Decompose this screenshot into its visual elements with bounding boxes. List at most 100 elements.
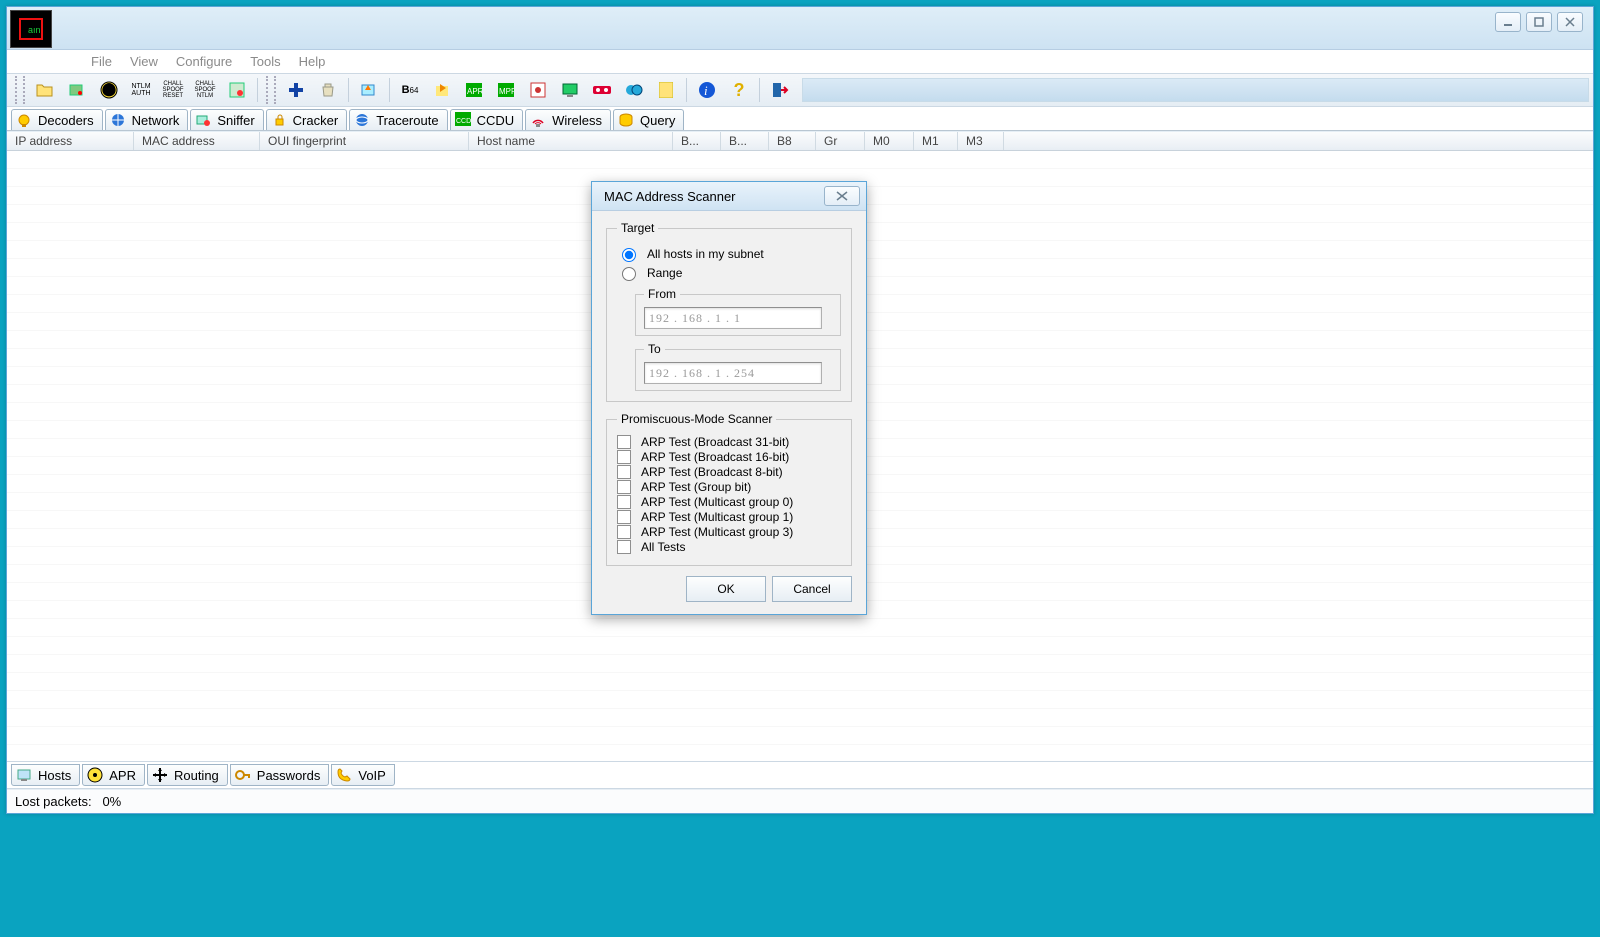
- tab-label: Traceroute: [376, 113, 438, 128]
- ntlm-auth-icon[interactable]: NTLMAUTH: [130, 79, 152, 101]
- to-frame: To 192 . 168 . 1 . 254: [635, 342, 841, 391]
- tab-ccdu[interactable]: CCDU CCDU: [450, 109, 524, 130]
- arp-test-checkbox[interactable]: ARP Test (Broadcast 31-bit): [617, 435, 841, 449]
- radio-all-hosts-input[interactable]: [622, 248, 636, 262]
- checkbox-icon[interactable]: [617, 480, 631, 494]
- monitor-icon[interactable]: [559, 79, 581, 101]
- note-icon[interactable]: [655, 79, 677, 101]
- arp-test-checkbox[interactable]: All Tests: [617, 540, 841, 554]
- column-header[interactable]: M0: [865, 132, 914, 150]
- svg-text:CCDU: CCDU: [456, 118, 471, 125]
- column-header[interactable]: MAC address: [134, 132, 260, 150]
- checkbox-icon[interactable]: [617, 435, 631, 449]
- checkbox-icon[interactable]: [617, 510, 631, 524]
- mac-token2-icon[interactable]: MPR: [495, 79, 517, 101]
- arp-reply-icon[interactable]: [431, 79, 453, 101]
- tab-decoders[interactable]: Decoders: [11, 109, 103, 130]
- radio-label: All hosts in my subnet: [647, 247, 764, 261]
- checkbox-label: All Tests: [641, 540, 685, 554]
- help-icon[interactable]: ?: [728, 79, 750, 101]
- list-header: IP addressMAC addressOUI fingerprintHost…: [7, 131, 1593, 151]
- checkbox-icon[interactable]: [617, 465, 631, 479]
- device-icon[interactable]: [66, 79, 88, 101]
- minimize-button[interactable]: [1495, 12, 1521, 32]
- ok-button[interactable]: OK: [686, 576, 766, 602]
- tab-traceroute[interactable]: Traceroute: [349, 109, 447, 130]
- column-header[interactable]: Host name: [469, 132, 673, 150]
- column-header[interactable]: B8: [769, 132, 816, 150]
- from-legend: From: [644, 287, 680, 301]
- cancel-button[interactable]: Cancel: [772, 576, 852, 602]
- toolbar: NTLMAUTH CHALLSPOOFRESET CHALLSPOOFNTLM …: [7, 73, 1593, 107]
- svg-text:APR: APR: [467, 87, 482, 96]
- btab-label: Routing: [174, 768, 219, 783]
- column-header[interactable]: Gr: [816, 132, 865, 150]
- checkbox-icon[interactable]: [617, 495, 631, 509]
- chall-spoof-reset-icon[interactable]: CHALLSPOOFRESET: [162, 79, 184, 101]
- tab-cracker[interactable]: Cracker: [266, 109, 348, 130]
- app-icon: aın: [10, 10, 52, 48]
- btab-routing[interactable]: Routing: [147, 764, 228, 786]
- arp-test-checkbox[interactable]: ARP Test (Multicast group 0): [617, 495, 841, 509]
- statusbar: Lost packets: 0%: [7, 789, 1593, 813]
- dialog-close-button[interactable]: [824, 186, 860, 206]
- btab-voip[interactable]: VoIP: [331, 764, 394, 786]
- menu-configure[interactable]: Configure: [176, 54, 232, 69]
- column-header[interactable]: B...: [721, 132, 769, 150]
- chall-spoof-ntlm-icon[interactable]: CHALLSPOOFNTLM: [194, 79, 216, 101]
- menubar: File View Configure Tools Help: [7, 50, 1593, 73]
- checkbox-icon[interactable]: [617, 540, 631, 554]
- close-button[interactable]: [1557, 12, 1583, 32]
- btab-passwords[interactable]: Passwords: [230, 764, 330, 786]
- radio-range[interactable]: Range: [617, 264, 841, 281]
- menu-tools[interactable]: Tools: [250, 54, 280, 69]
- dialog-titlebar: MAC Address Scanner: [592, 182, 866, 211]
- export-icon[interactable]: [358, 79, 380, 101]
- rsa-cert-icon[interactable]: [527, 79, 549, 101]
- ip-from-input[interactable]: 192 . 168 . 1 . 1: [644, 307, 822, 329]
- menu-help[interactable]: Help: [299, 54, 326, 69]
- btab-hosts[interactable]: Hosts: [11, 764, 80, 786]
- b64-icon[interactable]: B64: [399, 79, 421, 101]
- checkbox-icon[interactable]: [617, 450, 631, 464]
- radio-all-hosts[interactable]: All hosts in my subnet: [617, 245, 841, 262]
- column-header[interactable]: OUI fingerprint: [260, 132, 469, 150]
- checkbox-icon[interactable]: [617, 525, 631, 539]
- checkbox-label: ARP Test (Group bit): [641, 480, 751, 494]
- trash-icon[interactable]: [317, 79, 339, 101]
- network-globe-icon[interactable]: [623, 79, 645, 101]
- menu-view[interactable]: View: [130, 54, 158, 69]
- info-icon[interactable]: i: [696, 79, 718, 101]
- exit-icon[interactable]: [769, 79, 791, 101]
- mac-token1-icon[interactable]: APR: [463, 79, 485, 101]
- btab-apr[interactable]: APR: [82, 764, 145, 786]
- to-legend: To: [644, 342, 665, 356]
- ip-to-input[interactable]: 192 . 168 . 1 . 254: [644, 362, 822, 384]
- arp-test-checkbox[interactable]: ARP Test (Multicast group 1): [617, 510, 841, 524]
- svg-text:MPR: MPR: [499, 87, 514, 96]
- column-header[interactable]: IP address: [7, 132, 134, 150]
- arp-test-checkbox[interactable]: ARP Test (Broadcast 16-bit): [617, 450, 841, 464]
- menu-file[interactable]: File: [91, 54, 112, 69]
- results-grid: MAC Address Scanner Target All hosts in …: [7, 151, 1593, 762]
- tab-label: Query: [640, 113, 675, 128]
- maximize-button[interactable]: [1526, 12, 1552, 32]
- tape-icon[interactable]: [591, 79, 613, 101]
- folder-open-icon[interactable]: [34, 79, 56, 101]
- column-header[interactable]: M3: [958, 132, 1004, 150]
- tab-query[interactable]: Query: [613, 109, 684, 130]
- radiation-icon[interactable]: [98, 79, 120, 101]
- arp-test-checkbox[interactable]: ARP Test (Multicast group 3): [617, 525, 841, 539]
- radio-range-input[interactable]: [622, 267, 636, 281]
- tab-wireless[interactable]: Wireless: [525, 109, 611, 130]
- certificate-icon[interactable]: [226, 79, 248, 101]
- bottom-tabs: Hosts APR Routing Passwords VoIP: [7, 762, 1593, 789]
- column-header[interactable]: M1: [914, 132, 958, 150]
- arp-test-checkbox[interactable]: ARP Test (Group bit): [617, 480, 841, 494]
- column-header[interactable]: B...: [673, 132, 721, 150]
- arp-test-checkbox[interactable]: ARP Test (Broadcast 8-bit): [617, 465, 841, 479]
- tab-label: CCDU: [477, 113, 515, 128]
- add-icon[interactable]: [285, 79, 307, 101]
- tab-sniffer[interactable]: Sniffer: [190, 109, 263, 130]
- tab-network[interactable]: Network: [105, 109, 189, 130]
